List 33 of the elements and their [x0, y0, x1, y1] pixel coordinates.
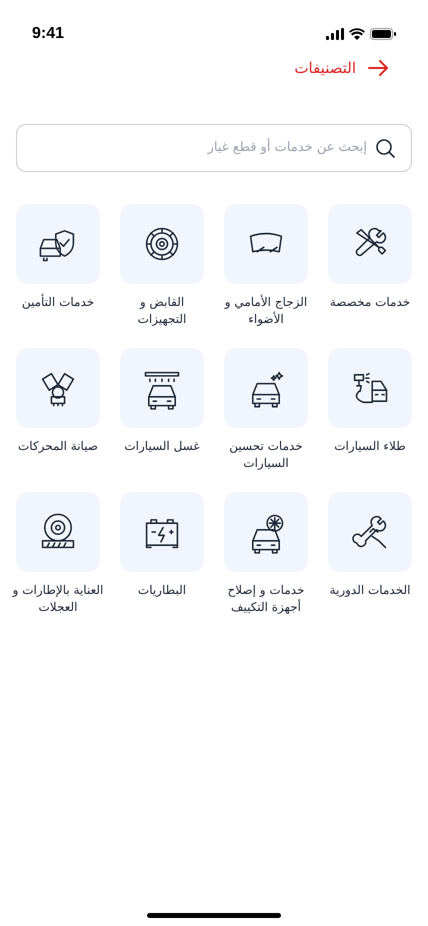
category-tile[interactable] [328, 348, 412, 428]
category-tile[interactable] [328, 204, 412, 284]
category-label: الزجاج الأمامي و الأضواء [223, 294, 308, 328]
back-arrow-icon[interactable] [368, 60, 388, 76]
category-tile[interactable] [224, 204, 308, 284]
category-label: خدمات مخصصة [328, 294, 412, 311]
category-tile[interactable] [328, 492, 412, 572]
category-tile[interactable] [16, 492, 100, 572]
wifi-icon [349, 28, 365, 40]
category-label: غسل السيارات [123, 438, 201, 455]
category-tile[interactable] [224, 492, 308, 572]
category-label: العناية بالإطارات و العجلات [12, 582, 104, 616]
battery-status-icon [370, 28, 396, 40]
category-label: الخدمات الدورية [328, 582, 412, 599]
category-label: خدمات تحسين السيارات [228, 438, 304, 472]
category-tile[interactable] [120, 204, 204, 284]
category-label: خدمات و إصلاح أجهزة التكييف [226, 582, 306, 616]
category-label: خدمات التأمين [20, 294, 96, 311]
category-label: القابض و التجهيزات [136, 294, 188, 328]
search-field[interactable]: إبحث عن خدمات أو قطع غيار [16, 124, 412, 172]
search-placeholder: إبحث عن خدمات أو قطع غيار [208, 138, 367, 158]
category-tile[interactable] [16, 204, 100, 284]
category-tile[interactable] [224, 348, 308, 428]
page-title: التصنيفات [294, 58, 356, 79]
category-tile[interactable] [120, 348, 204, 428]
category-tile[interactable] [120, 492, 204, 572]
category-label: صيانة المحركات [16, 438, 99, 455]
category-label: طلاء السيارات [333, 438, 407, 455]
category-label: البطاريات [136, 582, 188, 599]
status-time: 9:41 [32, 24, 64, 44]
signal-icon [326, 28, 344, 40]
search-icon [375, 138, 395, 158]
category-tile[interactable] [16, 348, 100, 428]
